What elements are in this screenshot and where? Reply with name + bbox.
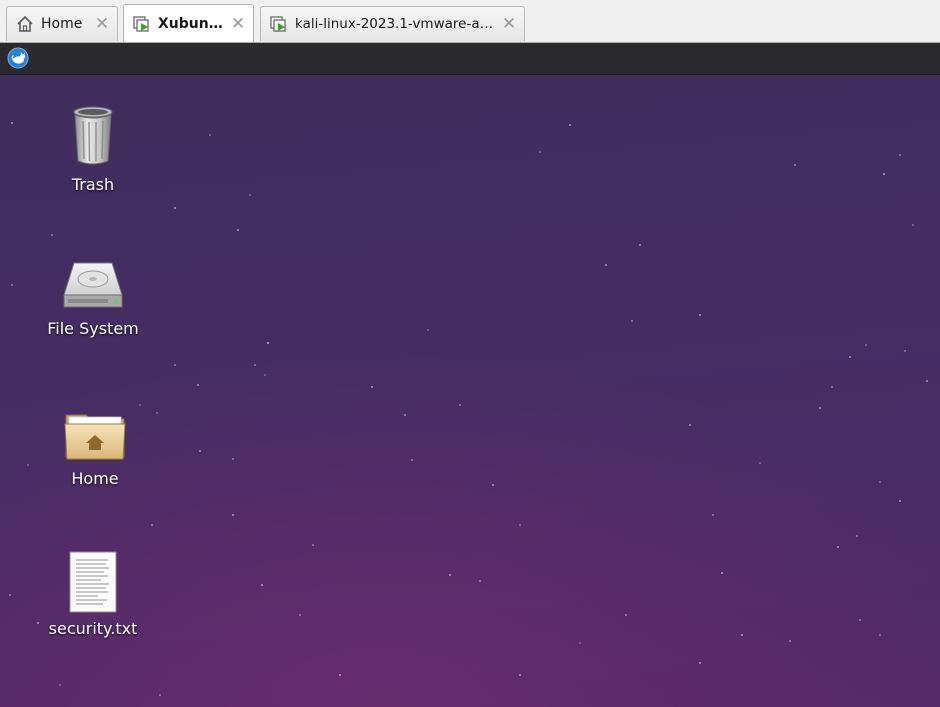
desktop-icon-label: File System bbox=[47, 319, 139, 338]
tab-home-label: Home bbox=[41, 16, 83, 32]
tab-kali-linux[interactable]: kali-linux-2023.1-vmware-am… ✕ bbox=[260, 6, 525, 41]
vm-running-icon bbox=[133, 15, 149, 32]
desktop-icon-trash[interactable]: Trash bbox=[38, 105, 148, 194]
trash-icon bbox=[73, 106, 113, 165]
desktop-icon-security-txt[interactable]: security.txt bbox=[38, 551, 148, 638]
tab-kali-linux-label: kali-linux-2023.1-vmware-am… bbox=[295, 16, 496, 32]
hard-drive-icon bbox=[63, 262, 123, 308]
tab-xubuntu-label: Xubuntu bbox=[158, 15, 225, 32]
close-icon[interactable]: ✕ bbox=[93, 15, 111, 33]
desktop-icon-label: Trash bbox=[71, 175, 115, 194]
desktop-icon-label: security.txt bbox=[48, 619, 138, 638]
xfce-top-panel bbox=[0, 43, 940, 75]
xfce-mouse-icon[interactable] bbox=[7, 47, 29, 69]
home-folder-icon bbox=[64, 414, 126, 460]
text-file-icon bbox=[69, 551, 117, 613]
close-icon[interactable]: ✕ bbox=[500, 15, 518, 33]
desktop-icon-file-system[interactable]: File System bbox=[38, 259, 148, 338]
close-icon[interactable]: ✕ bbox=[229, 15, 247, 33]
vmware-tab-bar: Home ✕ Xubuntu ✕ kali-linux-2023.1-vmwar… bbox=[0, 0, 940, 43]
desktop-icon-label: Home bbox=[71, 469, 119, 488]
vm-running-icon bbox=[270, 16, 286, 32]
tab-home[interactable]: Home ✕ bbox=[6, 6, 118, 41]
home-icon bbox=[17, 15, 33, 32]
tab-xubuntu[interactable]: Xubuntu ✕ bbox=[123, 4, 254, 42]
desktop[interactable]: Trash File System Home security.txt bbox=[0, 75, 940, 707]
desktop-icon-home[interactable]: Home bbox=[40, 409, 150, 488]
